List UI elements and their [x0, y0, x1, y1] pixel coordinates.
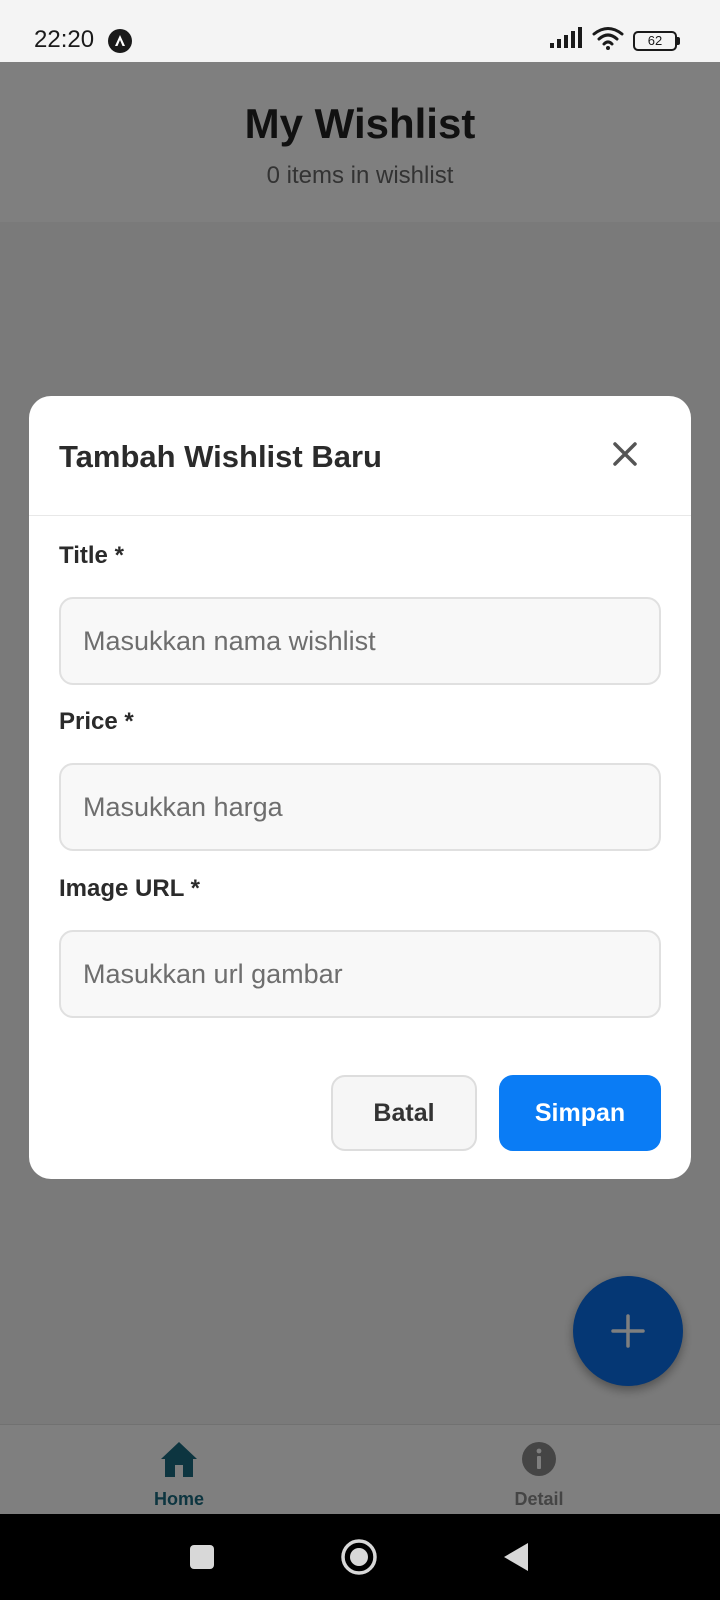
cancel-button[interactable]: Batal: [331, 1075, 477, 1151]
battery-tip: [677, 37, 680, 45]
dialog-header: Tambah Wishlist Baru: [29, 396, 691, 516]
price-label: Price *: [59, 708, 134, 735]
image-url-input[interactable]: [59, 930, 661, 1018]
battery-icon: 62: [633, 31, 677, 51]
title-input[interactable]: [59, 597, 661, 685]
close-icon: [613, 442, 637, 466]
battery-level: 62: [647, 33, 663, 48]
back-button[interactable]: [502, 1541, 530, 1578]
status-time: 22:20: [34, 26, 95, 53]
price-input[interactable]: [59, 763, 661, 851]
home-system-button[interactable]: [340, 1538, 378, 1581]
system-navigation-bar: [0, 1514, 720, 1600]
status-bar: 22:20 62: [0, 0, 720, 62]
back-icon: [504, 1543, 528, 1571]
wifi-icon: [592, 26, 624, 55]
close-button[interactable]: [607, 436, 643, 472]
recents-icon: [190, 1545, 214, 1569]
title-label: Title *: [59, 542, 124, 569]
home-circle-icon: [341, 1539, 377, 1575]
save-button[interactable]: Simpan: [499, 1075, 661, 1151]
image-url-label: Image URL *: [59, 875, 200, 902]
recents-button[interactable]: [189, 1544, 215, 1575]
dialog-title: Tambah Wishlist Baru: [59, 439, 382, 474]
app-notification-icon: [108, 29, 132, 53]
signal-icon: [550, 26, 584, 55]
add-wishlist-dialog: Tambah Wishlist Baru Title * Price * Ima…: [29, 396, 691, 1179]
